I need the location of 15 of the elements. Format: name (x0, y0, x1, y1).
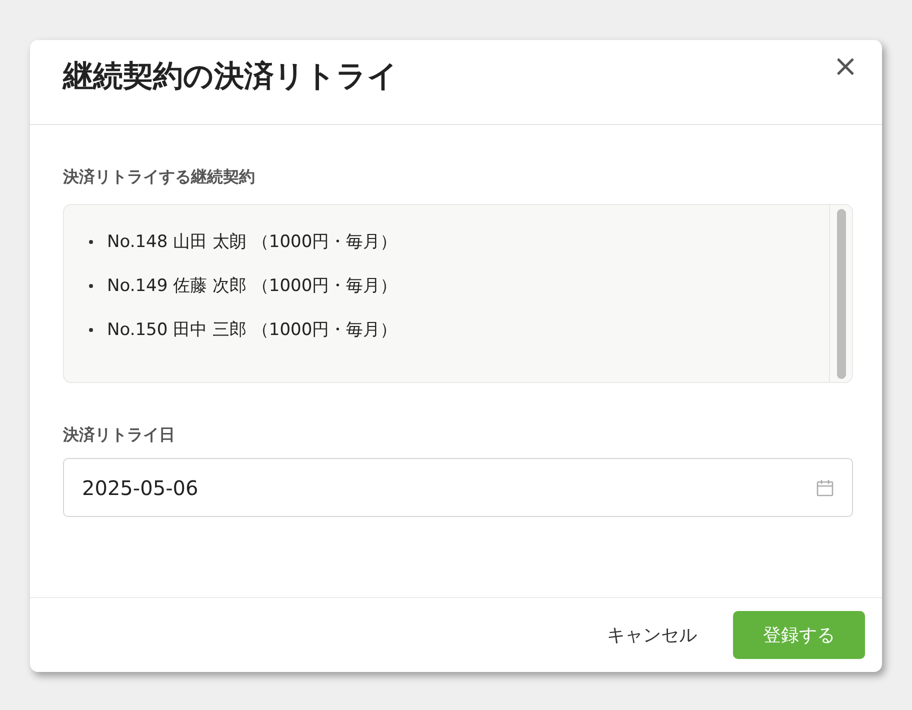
date-value: 2025-05-06 (82, 476, 200, 500)
field-label: 決済リトライ日 (63, 425, 176, 446)
calendar-icon[interactable] (816, 478, 834, 496)
contract-item: No.148 山田 太朗 （1000円・毎月） (107, 231, 398, 254)
bullet-icon (89, 284, 93, 288)
bullet-icon (89, 240, 93, 244)
date-field[interactable]: 2025-05-06 (63, 458, 853, 517)
dialog-title: 継続契約の決済リトライ (63, 58, 398, 96)
close-button[interactable]: × (828, 52, 862, 82)
bullet-icon (89, 328, 93, 332)
contract-item: No.149 佐藤 次郎 （1000円・毎月） (107, 275, 398, 298)
scrollbar-thumb[interactable] (836, 209, 846, 379)
contract-item: No.150 田中 三郎 （1000円・毎月） (107, 319, 398, 342)
section-label: 決済リトライする継続契約 (63, 167, 256, 188)
cancel-button[interactable]: キャンセル (607, 623, 697, 647)
